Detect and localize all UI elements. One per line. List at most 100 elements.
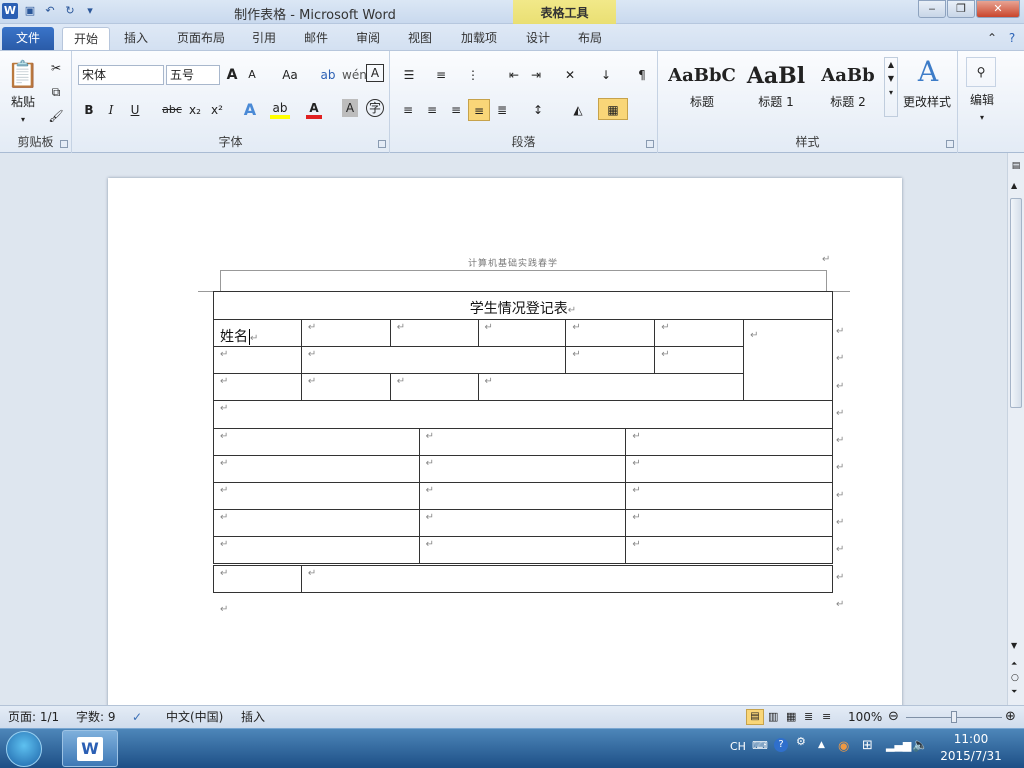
table-cell[interactable]: ↵: [213, 536, 420, 564]
table-cell[interactable]: ↵: [565, 319, 656, 347]
increase-indent-icon[interactable]: ⇥: [526, 64, 546, 86]
zoom-slider-thumb[interactable]: [951, 711, 957, 723]
zoom-out-icon[interactable]: ⊖: [888, 706, 899, 728]
table-cell[interactable]: ↵: [213, 565, 302, 593]
tab-insert[interactable]: 插入: [114, 27, 158, 50]
tab-addins[interactable]: 加载项: [452, 27, 506, 50]
clipboard-launcher-icon[interactable]: [60, 140, 68, 148]
restore-button[interactable]: ❐: [947, 0, 975, 18]
phonetic-guide-icon[interactable]: ab: [318, 64, 338, 86]
line-spacing-icon[interactable]: ↕: [526, 99, 550, 121]
styles-scroll-icon[interactable]: ▲ ▼ ▾: [884, 57, 898, 117]
change-styles-button[interactable]: 更改样式: [898, 91, 956, 113]
table-cell[interactable]: ↵: [418, 428, 627, 456]
editing-dropdown-icon[interactable]: ▾: [972, 107, 992, 129]
table-cell[interactable]: ↵: [654, 319, 745, 347]
language-status[interactable]: 中文(中国): [166, 706, 223, 728]
table-cell[interactable]: ↵: [418, 455, 627, 483]
vertical-scrollbar[interactable]: ▤ ▲ ▼ ⏶ ○ ⏷: [1007, 153, 1024, 705]
table-cell[interactable]: ↵: [300, 373, 391, 401]
table-cell[interactable]: ↵: [477, 373, 745, 401]
tab-design[interactable]: 设计: [516, 27, 560, 50]
tab-layout[interactable]: 布局: [568, 27, 612, 50]
center-icon[interactable]: ≡: [422, 99, 442, 121]
decrease-indent-icon[interactable]: ⇤: [504, 64, 524, 86]
style-heading-2[interactable]: AaBb 标题 2: [812, 59, 884, 119]
close-button[interactable]: ✕: [976, 0, 1020, 18]
zoom-in-icon[interactable]: ⊕: [1005, 706, 1016, 728]
student-table-last-row[interactable]: ↵ ↵: [213, 565, 834, 593]
table-cell[interactable]: ↵: [625, 509, 833, 537]
previous-page-icon[interactable]: ⏶: [1011, 659, 1017, 669]
justify-icon[interactable]: ≡: [468, 99, 490, 121]
distributed-icon[interactable]: ≣: [492, 99, 512, 121]
student-table-lower[interactable]: ↵ ↵ ↵ ↵ ↵ ↵ ↵ ↵ ↵ ↵ ↵ ↵ ↵ ↵ ↵: [213, 428, 833, 564]
tab-page-layout[interactable]: 页面布局: [170, 27, 232, 50]
tab-file[interactable]: 文件: [2, 27, 54, 50]
superscript-button[interactable]: x²: [208, 99, 226, 121]
proofing-icon[interactable]: ✓: [132, 706, 142, 728]
table-cell[interactable]: ↵: [213, 346, 302, 374]
align-right-icon[interactable]: ≡: [446, 99, 466, 121]
character-shading-icon[interactable]: A: [342, 99, 358, 117]
table-cell[interactable]: ↵: [418, 482, 627, 510]
minimize-button[interactable]: ‒: [918, 0, 946, 18]
chinese-layout-icon[interactable]: ✕: [558, 64, 582, 86]
shrink-font-icon[interactable]: A: [244, 64, 260, 86]
draft-icon[interactable]: ≡: [822, 706, 831, 728]
table-cell[interactable]: ↵: [300, 319, 391, 347]
outline-icon[interactable]: ≣: [804, 706, 813, 728]
ime-help-icon[interactable]: ?: [774, 738, 788, 752]
styles-launcher-icon[interactable]: [946, 140, 954, 148]
show-marks-icon[interactable]: ¶: [632, 64, 652, 86]
scroll-up-icon[interactable]: ▲: [1011, 181, 1017, 190]
document-page[interactable]: 计算机基础实践春学 ↵ 学生情况登记表↵ 姓名 ↵ ↵ ↵ ↵ ↵ ↵ ↵ ↵ ↵: [108, 178, 902, 718]
font-launcher-icon[interactable]: [378, 140, 386, 148]
scroll-thumb[interactable]: [1010, 198, 1022, 408]
zoom-level[interactable]: 100%: [848, 706, 882, 728]
table-cell[interactable]: ↵: [565, 346, 656, 374]
bullets-icon[interactable]: ☰: [398, 64, 420, 86]
underline-button[interactable]: U: [126, 99, 144, 121]
name-label-cell[interactable]: 姓名 ↵: [213, 319, 302, 347]
word-count[interactable]: 字数: 9: [76, 706, 116, 728]
volume-icon[interactable]: 🔈: [912, 738, 928, 753]
text-effects-icon[interactable]: A: [240, 99, 260, 121]
character-border-icon[interactable]: A: [366, 64, 384, 82]
print-layout-icon[interactable]: ▤: [746, 709, 764, 725]
borders-icon[interactable]: ▦: [598, 98, 628, 120]
tab-mailings[interactable]: 邮件: [294, 27, 338, 50]
font-size-select[interactable]: 五号: [166, 65, 220, 85]
table-cell[interactable]: ↵: [300, 346, 567, 374]
table-cell[interactable]: ↵: [213, 428, 420, 456]
paragraph-launcher-icon[interactable]: [646, 140, 654, 148]
style-heading-1[interactable]: AaBl 标题 1: [740, 59, 812, 119]
tab-review[interactable]: 审阅: [346, 27, 390, 50]
copy-icon[interactable]: ⧉: [46, 81, 66, 103]
table-cell[interactable]: ↵: [418, 509, 627, 537]
grow-font-icon[interactable]: A: [224, 64, 240, 86]
start-button[interactable]: [6, 731, 42, 767]
tray-expand-icon[interactable]: ▲: [818, 740, 825, 750]
web-layout-icon[interactable]: ▦: [786, 706, 796, 728]
table-cell[interactable]: ↵: [625, 482, 833, 510]
network-icon[interactable]: ▂▄▆: [886, 739, 911, 752]
cut-icon[interactable]: ✂: [46, 57, 66, 79]
table-cell[interactable]: ↵: [418, 536, 627, 564]
table-cell[interactable]: ↵: [213, 373, 302, 401]
table-cell[interactable]: ↵: [213, 400, 833, 429]
table-cell[interactable]: ↵: [654, 346, 745, 374]
ime-indicator[interactable]: CH: [730, 740, 746, 753]
keyboard-icon[interactable]: ⌨: [752, 739, 768, 752]
table-cell[interactable]: ↵: [300, 565, 834, 593]
page-count[interactable]: 页面: 1/1: [8, 706, 59, 728]
tab-home[interactable]: 开始: [62, 27, 110, 50]
bold-button[interactable]: B: [80, 99, 98, 121]
change-case-icon[interactable]: Aa: [278, 64, 302, 86]
highlight-icon[interactable]: ab: [270, 99, 290, 119]
ime-options-icon[interactable]: ⚙: [796, 735, 806, 748]
next-page-icon[interactable]: ⏷: [1011, 687, 1017, 697]
table-cell[interactable]: ↵: [213, 455, 420, 483]
paste-dropdown-icon[interactable]: ▾: [18, 109, 28, 131]
font-color-icon[interactable]: A: [306, 99, 322, 119]
